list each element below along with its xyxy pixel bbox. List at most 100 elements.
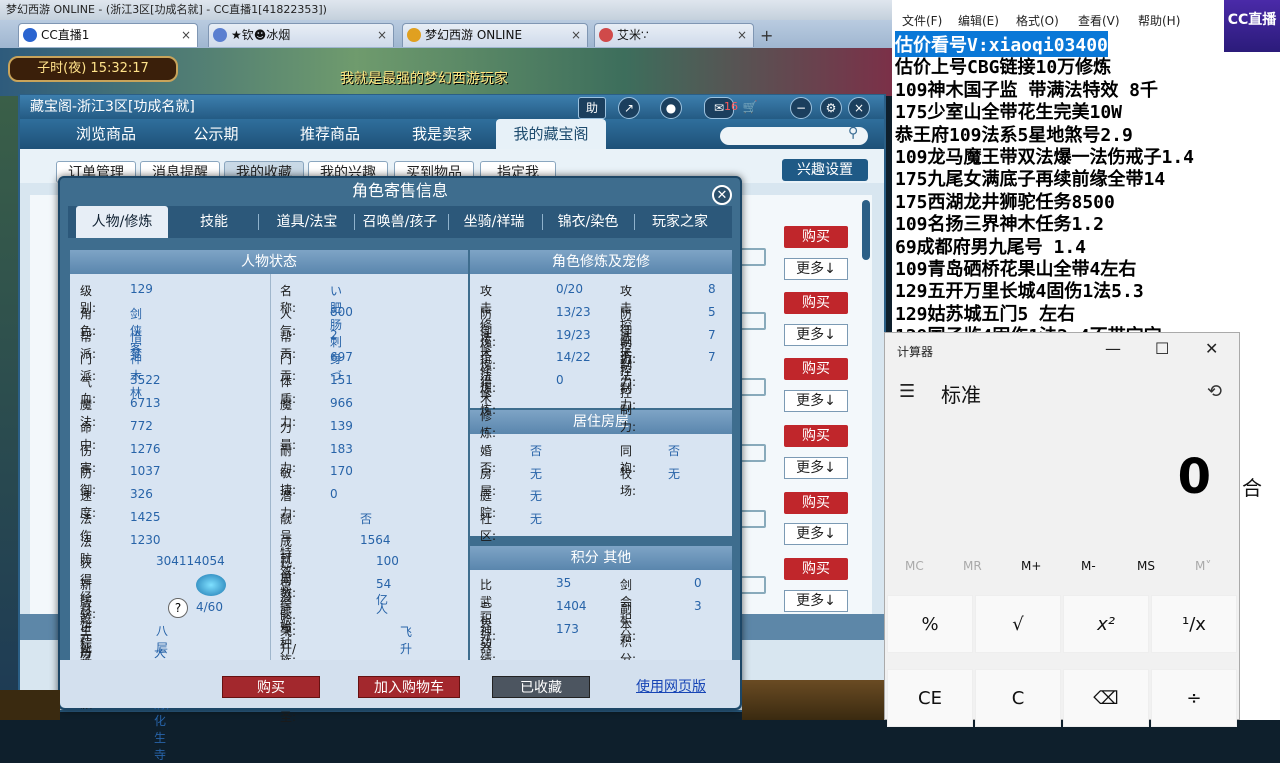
mem-list-button[interactable]: M˅ bbox=[1195, 559, 1211, 573]
sqrt-key[interactable]: √ bbox=[975, 595, 1061, 653]
more-button[interactable]: 更多↓ bbox=[784, 390, 848, 412]
cart-icon[interactable] bbox=[740, 248, 766, 266]
nav-seller[interactable]: 我是卖家 bbox=[392, 119, 492, 149]
mem-add-button[interactable]: M+ bbox=[1021, 559, 1041, 573]
percent-key[interactable]: % bbox=[887, 595, 973, 653]
hamburger-menu-icon[interactable]: ☰ bbox=[899, 381, 915, 402]
clear-key[interactable]: C bbox=[975, 669, 1061, 727]
cultivation-panel: 角色修炼及宠修 bbox=[470, 250, 732, 408]
control-value: 7 bbox=[708, 327, 716, 342]
search-icon[interactable]: ⚲ bbox=[848, 125, 858, 141]
share-icon[interactable]: ↗ bbox=[618, 97, 640, 119]
tab-mounts[interactable]: 坐骑/祥瑞 bbox=[452, 206, 536, 238]
close-icon[interactable]: × bbox=[377, 24, 387, 46]
menu-help[interactable]: 帮助(H) bbox=[1138, 12, 1180, 29]
menu-file[interactable]: 文件(F) bbox=[902, 12, 942, 29]
buy-button[interactable]: 购买 bbox=[784, 292, 848, 314]
favorited-button[interactable]: 已收藏 bbox=[492, 676, 590, 698]
extra-value: 人 bbox=[376, 602, 389, 616]
nav-my-cbg[interactable]: 我的藏宝阁 bbox=[496, 119, 606, 149]
tab-separator bbox=[634, 214, 635, 230]
tab-outfits[interactable]: 锦衣/染色 bbox=[546, 206, 630, 238]
close-icon[interactable]: × bbox=[737, 24, 747, 46]
cart-icon[interactable] bbox=[740, 576, 766, 594]
help-button[interactable]: 助 bbox=[578, 97, 606, 119]
list-scrollbar[interactable] bbox=[862, 200, 870, 260]
browser-tab-cc[interactable]: CC直播1 × bbox=[18, 23, 198, 47]
close-icon[interactable]: ✕ bbox=[712, 185, 732, 205]
record-icon[interactable]: ● bbox=[660, 97, 682, 119]
cultivation-value: 0/20 bbox=[556, 282, 583, 296]
buy-button[interactable]: 购买 bbox=[784, 226, 848, 248]
minimize-icon[interactable]: − bbox=[790, 97, 812, 119]
browser-tab-aimi[interactable]: 艾米∵ × bbox=[594, 23, 754, 47]
more-button[interactable]: 更多↓ bbox=[784, 457, 848, 479]
reciprocal-key[interactable]: ¹/x bbox=[1151, 595, 1237, 653]
tab-items[interactable]: 道具/法宝 bbox=[264, 206, 350, 238]
tab-character[interactable]: 人物/修炼 bbox=[76, 206, 168, 238]
calculator-title: 计算器 bbox=[897, 345, 934, 359]
menu-format[interactable]: 格式(O) bbox=[1016, 12, 1059, 29]
tab-separator bbox=[542, 214, 543, 230]
cart-icon[interactable] bbox=[740, 444, 766, 462]
new-tab-button[interactable]: + bbox=[760, 26, 773, 45]
more-button[interactable]: 更多↓ bbox=[784, 324, 848, 346]
close-icon[interactable]: ✕ bbox=[1205, 339, 1218, 358]
stat-value: 1564 bbox=[360, 532, 391, 547]
stat-value: 326 bbox=[130, 487, 153, 502]
mem-store-button[interactable]: MS bbox=[1137, 559, 1155, 573]
nav-recommend[interactable]: 推荐商品 bbox=[280, 119, 380, 149]
clear-entry-key[interactable]: CE bbox=[887, 669, 973, 727]
menu-view[interactable]: 查看(V) bbox=[1078, 12, 1120, 29]
buy-button[interactable]: 购买 bbox=[784, 358, 848, 380]
browser-tab-game[interactable]: 梦幻西游 ONLINE × bbox=[402, 23, 588, 47]
stat-value: 183 bbox=[330, 441, 353, 456]
mem-recall-button[interactable]: MR bbox=[963, 559, 982, 573]
more-button[interactable]: 更多↓ bbox=[784, 523, 848, 545]
more-button[interactable]: 更多↓ bbox=[784, 590, 848, 612]
minimize-icon[interactable]: — bbox=[1105, 339, 1121, 358]
buy-button[interactable]: 购买 bbox=[222, 676, 320, 698]
web-version-link[interactable]: 使用网页版 bbox=[636, 676, 706, 696]
buy-button[interactable]: 购买 bbox=[784, 558, 848, 580]
close-icon[interactable]: × bbox=[848, 97, 870, 119]
nav-browse[interactable]: 浏览商品 bbox=[56, 119, 156, 149]
house-value: 无 bbox=[530, 466, 543, 481]
add-cart-button[interactable]: 加入购物车 bbox=[358, 676, 460, 698]
cart-icon[interactable] bbox=[740, 510, 766, 528]
stat-value: 772 bbox=[130, 418, 153, 433]
backspace-key[interactable]: ⌫ bbox=[1063, 669, 1149, 727]
maximize-icon[interactable]: ☐ bbox=[1155, 339, 1169, 358]
interest-settings-button[interactable]: 兴趣设置 bbox=[782, 159, 868, 181]
settings-icon[interactable]: ⚙ bbox=[820, 97, 842, 119]
buy-button[interactable]: 购买 bbox=[784, 425, 848, 447]
cc-icon bbox=[23, 28, 37, 42]
tab-home[interactable]: 玩家之家 bbox=[638, 206, 722, 238]
search-input[interactable] bbox=[720, 127, 868, 145]
cart-icon[interactable] bbox=[740, 378, 766, 396]
notepad-menu: 文件(F) 编辑(E) 格式(O) 查看(V) 帮助(H) bbox=[892, 10, 1222, 30]
cultivation-value: 19/23 bbox=[556, 327, 591, 342]
close-icon[interactable]: × bbox=[571, 24, 581, 46]
square-key[interactable]: x² bbox=[1063, 595, 1149, 653]
cart-icon[interactable]: 🛒 bbox=[740, 97, 760, 117]
browser-tab-bingyan[interactable]: ★钦☻冰烟 × bbox=[208, 23, 394, 47]
close-icon[interactable]: × bbox=[181, 24, 191, 46]
stat-value: 697 bbox=[330, 350, 353, 365]
buy-button[interactable]: 购买 bbox=[784, 492, 848, 514]
mem-subtract-button[interactable]: M- bbox=[1081, 559, 1096, 573]
nav-publicity[interactable]: 公示期 bbox=[176, 119, 256, 149]
history-icon[interactable]: ⟲ bbox=[1207, 381, 1222, 402]
tab-skills[interactable]: 技能 bbox=[176, 206, 252, 238]
help-icon[interactable]: ? bbox=[168, 598, 188, 618]
stat-value: 1425 bbox=[130, 510, 161, 524]
menu-edit[interactable]: 编辑(E) bbox=[958, 12, 999, 29]
tab-pets[interactable]: 召唤兽/孩子 bbox=[358, 206, 442, 238]
divide-key[interactable]: ÷ bbox=[1151, 669, 1237, 727]
tab-label: 艾米∵ bbox=[617, 28, 649, 42]
more-button[interactable]: 更多↓ bbox=[784, 258, 848, 280]
mem-clear-button[interactable]: MC bbox=[905, 559, 924, 573]
avatar-icon bbox=[599, 28, 613, 42]
cart-icon[interactable] bbox=[740, 312, 766, 330]
score-label: 副本积分: bbox=[620, 601, 637, 666]
